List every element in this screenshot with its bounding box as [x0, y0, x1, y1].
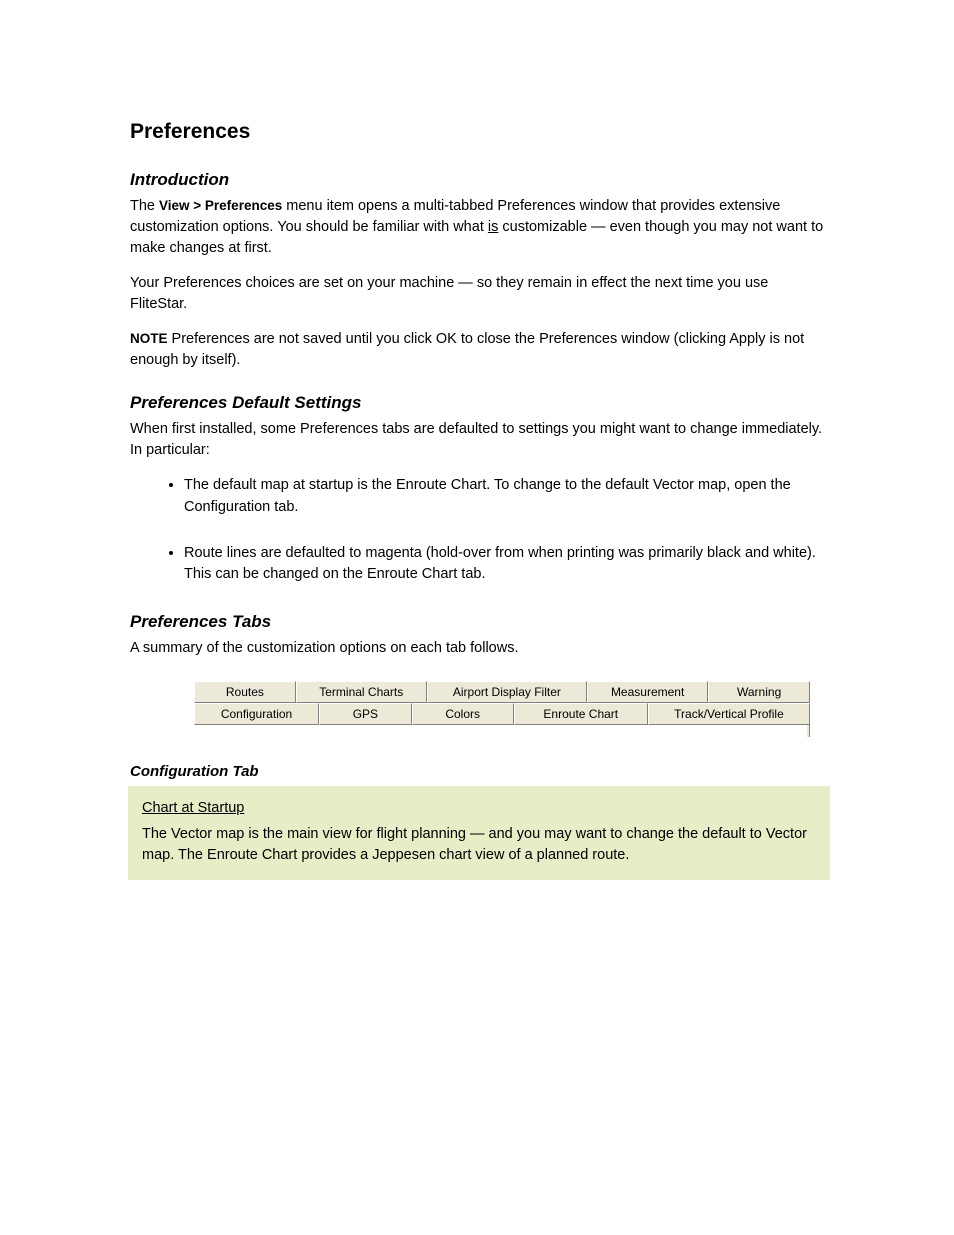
chart-at-startup-box: Chart at Startup The Vector map is the m… — [128, 786, 830, 880]
tab-row-back: Routes Terminal Charts Airport Display F… — [194, 681, 810, 703]
note-body: Preferences are not saved until you clic… — [130, 331, 804, 368]
chart-at-startup-title: Chart at Startup — [142, 800, 816, 816]
subheading-introduction: Introduction — [130, 170, 824, 190]
tab-track-vertical-profile[interactable]: Track/Vertical Profile — [648, 703, 810, 725]
intro-note: NOTE Preferences are not saved until you… — [130, 329, 824, 371]
preferences-tabstrip: Routes Terminal Charts Airport Display F… — [194, 681, 810, 737]
intro-p1-em: is — [488, 219, 498, 235]
configuration-tab-heading: Configuration Tab — [130, 763, 824, 780]
intro-paragraph-1: The View > Preferences menu item opens a… — [130, 196, 824, 259]
tab-configuration[interactable]: Configuration — [194, 703, 319, 725]
tabs-summary: A summary of the customization options o… — [130, 638, 824, 659]
defaults-bullet-list: The default map at startup is the Enrout… — [130, 475, 824, 586]
defaults-intro: When first installed, some Preferences t… — [130, 419, 824, 461]
note-label: NOTE — [130, 331, 168, 346]
tabstrip-edge — [807, 725, 810, 737]
intro-paragraph-2: Your Preferences choices are set on your… — [130, 273, 824, 315]
subheading-defaults: Preferences Default Settings — [130, 393, 824, 413]
tab-airport-display-filter[interactable]: Airport Display Filter — [427, 681, 587, 703]
tab-gps[interactable]: GPS — [319, 703, 412, 725]
page-title: Preferences — [130, 120, 824, 144]
tab-enroute-chart[interactable]: Enroute Chart — [514, 703, 648, 725]
tab-measurement[interactable]: Measurement — [587, 681, 708, 703]
tab-colors[interactable]: Colors — [412, 703, 514, 725]
list-item: Route lines are defaulted to magenta (ho… — [184, 543, 824, 587]
chart-at-startup-body: The Vector map is the main view for flig… — [142, 824, 816, 866]
tab-warning[interactable]: Warning — [708, 681, 810, 703]
tab-routes[interactable]: Routes — [194, 681, 296, 703]
intro-p1-a: The — [130, 198, 159, 214]
tab-row-front: Configuration GPS Colors Enroute Chart T… — [194, 703, 810, 725]
tab-terminal-charts[interactable]: Terminal Charts — [296, 681, 427, 703]
intro-p1-b: View > Preferences — [159, 198, 282, 213]
list-item: The default map at startup is the Enrout… — [184, 475, 824, 519]
subheading-tabs: Preferences Tabs — [130, 612, 824, 632]
